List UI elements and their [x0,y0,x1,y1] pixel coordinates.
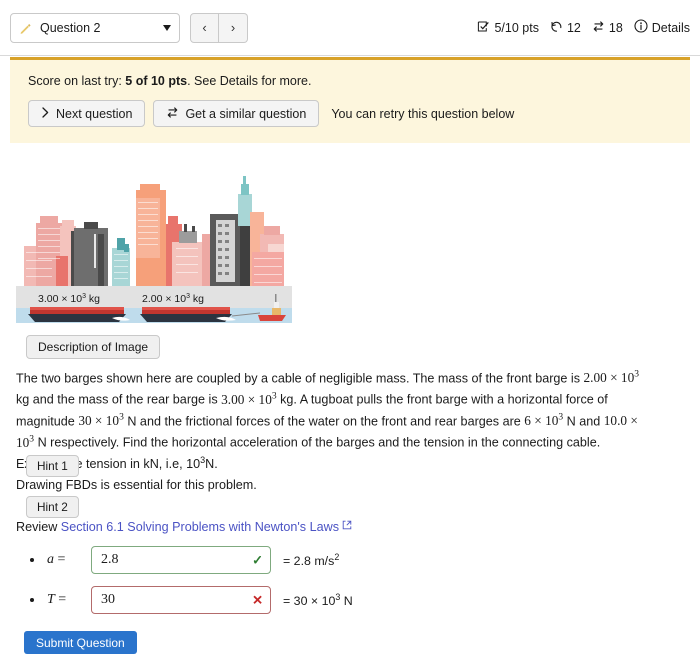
undo-icon [550,20,563,36]
correct-check-icon: ✓ [252,552,263,568]
hint-2-button[interactable]: Hint 2 [26,496,79,518]
tension-unit: = 30 × 103 N [283,591,353,609]
rear-barge [28,307,126,322]
description-of-image-button[interactable]: Description of Image [26,335,161,359]
submit-question-button[interactable]: Submit Question [24,631,137,654]
top-toolbar: Question 2 ‹ › 5/10 pts 12 18 Details [0,0,700,56]
attempts-status: 12 [550,20,581,36]
next-question-action-label: Next question [56,106,133,121]
score-message-value: 5 of 10 pts [125,74,188,88]
incorrect-cross-icon: ✕ [252,592,263,608]
svg-text:2.00 × 103 kg: 2.00 × 103 kg [142,293,204,305]
score-message-prefix: Score on last try: [28,74,126,88]
acceleration-input[interactable] [91,546,271,574]
score-text: 5/10 pts [494,20,539,35]
hint-2-text: Review Section 6.1 Solving Problems with… [16,519,352,534]
score-message-suffix: . See Details for more. [187,74,312,88]
question-selector-label: Question 2 [40,20,101,35]
checkbox-icon [477,20,490,36]
question-page: Question 2 ‹ › 5/10 pts 12 18 Details Sc… [0,0,700,660]
section-reference-link[interactable]: Section 6.1 Solving Problems with Newton… [61,520,339,534]
swap-icon [166,106,179,122]
rear-mass-value: 3.00 × 103 [221,390,277,407]
answer-row-acceleration: a = ✓ = 2.8 m/s2 [30,545,590,575]
prev-question-button[interactable]: ‹ [190,12,219,43]
next-question-button[interactable]: › [219,12,248,43]
list-bullet [30,558,34,562]
details-link[interactable]: Details [634,19,690,36]
problem-line-1: The two barges shown here are coupled by… [16,371,581,386]
list-bullet [30,598,34,602]
front-barge-mass-label: 2.00 × 10 [142,293,186,305]
hint-2-prefix: Review [16,520,61,534]
chevron-right-icon [41,106,50,121]
acceleration-unit: = 2.8 m/s2 [283,551,340,569]
problem-seg-j: N and [563,414,604,429]
answer-list: a = ✓ = 2.8 m/s2 T = ✕ = 30 × 103 N [30,545,590,615]
answer-row-tension: T = ✕ = 30 × 103 N [30,585,590,615]
problem-seg-l: N respectively. Find the horizontal acce… [34,435,465,450]
problem-seg-b: kg and the mass of the rear barge is [16,392,222,407]
hint-1-text: Drawing FBDs is essential for this probl… [16,478,257,492]
tension-input-wrap: ✕ [91,586,271,614]
pencil-icon [19,21,33,35]
retries-count: 18 [608,20,623,35]
front-barge [140,307,232,322]
question-selector-dropdown[interactable]: Question 2 [10,12,180,43]
external-link-icon [342,519,352,533]
details-label: Details [651,20,690,35]
next-question-action-button[interactable]: Next question [28,100,146,127]
score-message: Score on last try: 5 of 10 pts. See Deta… [28,74,674,88]
swap-icon [592,20,605,36]
status-bar: 5/10 pts 12 18 Details [477,19,692,36]
score-alert-banner: Score on last try: 5 of 10 pts. See Deta… [10,57,690,143]
problem-statement: The two barges shown here are coupled by… [16,366,644,473]
rear-barge-mass-label: 3.00 × 10 [38,293,82,305]
tension-variable-label: T = [47,592,67,607]
attempts-count: 12 [566,20,581,35]
get-similar-question-button[interactable]: Get a similar question [153,100,320,127]
problem-seg-g: N and the frictional forces of the water… [123,414,500,429]
alert-actions: Next question Get a similar question You… [28,100,674,127]
front-mass-value: 2.00 × 103 [583,369,640,386]
problem-seg-h: are [502,414,525,429]
problem-seg-d: kg. A tugboat pulls the front barge with… [276,392,505,407]
acceleration-variable-label: a = [47,552,66,567]
score-status: 5/10 pts [477,20,539,36]
question-nav-group: ‹ › [190,12,248,43]
get-similar-question-label: Get a similar question [185,106,307,121]
problem-seg-n: N. [205,456,218,471]
acceleration-input-wrap: ✓ [91,546,271,574]
tension-input[interactable] [91,586,271,614]
svg-text:3.00 × 103 kg: 3.00 × 103 kg [38,293,100,305]
retry-note: You can retry this question below [331,106,515,121]
applied-force-value: 30 × 103 [78,411,124,429]
info-icon [634,19,648,36]
front-friction-value: 6 × 103 [524,411,564,429]
retries-status: 18 [592,20,623,36]
hint-1-button[interactable]: Hint 1 [26,455,79,477]
chevron-down-icon [163,24,171,31]
barges-illustration: 3.00 × 103 kg 2.00 × 103 kg [16,168,292,323]
